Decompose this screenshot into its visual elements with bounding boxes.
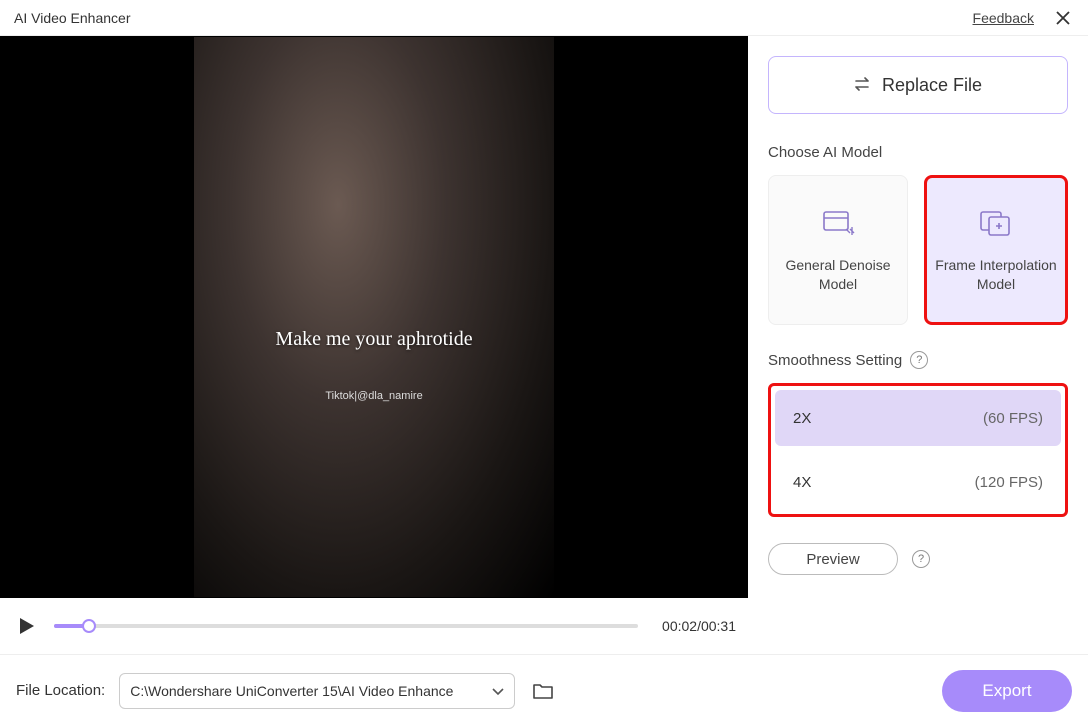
smoothness-options: 2X (60 FPS) 4X (120 FPS): [768, 383, 1068, 517]
swap-icon: [854, 75, 872, 96]
smoothness-heading: Smoothness Setting ?: [768, 351, 1068, 369]
export-label: Export: [982, 681, 1031, 701]
replace-file-label: Replace File: [882, 75, 982, 96]
model-label: Frame Interpolation Model: [935, 256, 1057, 294]
model-options: General Denoise Model Frame Interpolatio…: [768, 175, 1068, 325]
close-icon[interactable]: [1052, 7, 1074, 29]
app-title: AI Video Enhancer: [14, 10, 131, 26]
export-button[interactable]: Export: [942, 670, 1072, 712]
file-location-select[interactable]: C:\Wondershare UniConverter 15\AI Video …: [119, 673, 515, 709]
model-general-denoise[interactable]: General Denoise Model: [768, 175, 908, 325]
time-display: 00:02/00:31: [662, 618, 736, 634]
chevron-down-icon: [492, 683, 504, 699]
video-frame: Make me your aphrotide Tiktok|@dla_namir…: [194, 37, 554, 597]
smoothness-label: Smoothness Setting: [768, 352, 902, 369]
interpolation-icon: [978, 206, 1014, 242]
help-icon[interactable]: ?: [912, 550, 930, 568]
model-frame-interpolation[interactable]: Frame Interpolation Model: [924, 175, 1068, 325]
help-icon[interactable]: ?: [910, 351, 928, 369]
settings-sidebar: Replace File Choose AI Model General Den…: [748, 36, 1088, 654]
preview-row: Preview ?: [768, 543, 1068, 575]
denoise-icon: [820, 206, 856, 242]
video-panel: Make me your aphrotide Tiktok|@dla_namir…: [0, 36, 748, 654]
main-area: Make me your aphrotide Tiktok|@dla_namir…: [0, 36, 1088, 654]
smoothness-mult: 4X: [793, 474, 811, 491]
file-location-value: C:\Wondershare UniConverter 15\AI Video …: [130, 683, 484, 699]
open-folder-icon[interactable]: [529, 677, 557, 705]
choose-model-heading: Choose AI Model: [768, 144, 1068, 161]
video-preview[interactable]: Make me your aphrotide Tiktok|@dla_namir…: [0, 36, 748, 598]
playback-controls: 00:02/00:31: [0, 598, 748, 654]
replace-file-button[interactable]: Replace File: [768, 56, 1068, 114]
preview-button[interactable]: Preview: [768, 543, 898, 575]
smoothness-mult: 2X: [793, 410, 811, 427]
file-location-label: File Location:: [16, 682, 105, 699]
footer: File Location: C:\Wondershare UniConvert…: [0, 654, 1088, 726]
model-label: General Denoise Model: [777, 256, 899, 294]
video-caption-watermark: Tiktok|@dla_namire: [325, 390, 422, 402]
preview-label: Preview: [806, 551, 859, 568]
play-icon[interactable]: [12, 612, 40, 640]
titlebar: AI Video Enhancer Feedback: [0, 0, 1088, 36]
smoothness-fps: (60 FPS): [983, 410, 1043, 427]
feedback-link[interactable]: Feedback: [973, 10, 1034, 26]
smoothness-4x[interactable]: 4X (120 FPS): [775, 454, 1061, 510]
video-caption-main: Make me your aphrotide: [275, 328, 472, 351]
progress-thumb[interactable]: [82, 619, 96, 633]
progress-slider[interactable]: [54, 624, 638, 628]
smoothness-2x[interactable]: 2X (60 FPS): [775, 390, 1061, 446]
smoothness-fps: (120 FPS): [975, 474, 1043, 491]
